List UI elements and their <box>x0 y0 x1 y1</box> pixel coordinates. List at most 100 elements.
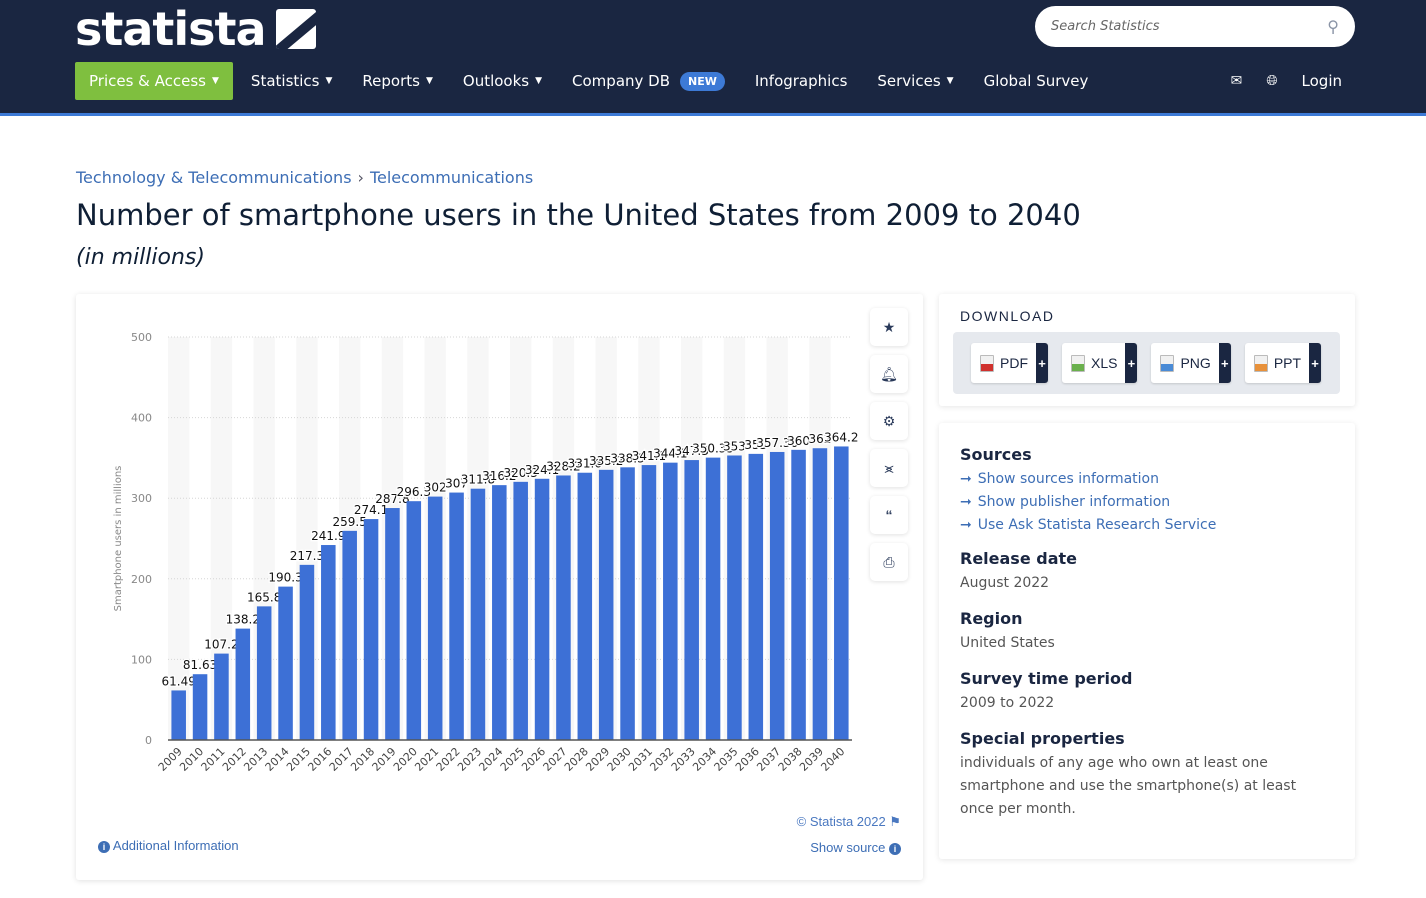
nav-label: Reports <box>362 72 420 90</box>
download-pdf-button[interactable]: PDF + <box>971 343 1048 383</box>
x-tick-label: 2009 <box>156 745 185 774</box>
logo-mark-icon <box>275 9 316 49</box>
x-tick-label: 2025 <box>498 745 527 774</box>
x-tick-label: 2020 <box>391 745 420 774</box>
plus-icon[interactable]: + <box>1036 343 1048 383</box>
x-tick-label: 2022 <box>434 745 463 774</box>
bar-value-label: 364.2 <box>824 430 858 444</box>
breadcrumb-item[interactable]: Telecommunications <box>370 168 533 187</box>
chart-card: 0 100 200 300 400 500 Smartphone users in mill… <box>76 294 923 880</box>
nav-global-survey[interactable]: Global Survey <box>984 62 1089 100</box>
bar <box>513 481 528 740</box>
show-sources-link[interactable]: ➞ Show sources information <box>960 468 1334 491</box>
nav-statistics[interactable]: Statistics ▼ <box>251 62 333 100</box>
copyright[interactable]: © Statista 2022 ⚑ <box>797 814 901 830</box>
x-tick-label: 2029 <box>583 745 612 774</box>
show-source-link[interactable]: Show source i <box>810 840 901 855</box>
x-tick-label: 2040 <box>818 745 847 774</box>
sources-list: ➞ Show sources information ➞ Show publishe… <box>960 468 1334 537</box>
plus-icon[interactable]: + <box>1125 343 1138 383</box>
x-tick-label: 2013 <box>241 745 270 774</box>
globe-icon[interactable]: 🌐︎ <box>1266 73 1277 89</box>
login-link[interactable]: Login <box>1302 72 1342 90</box>
info-icon: i <box>889 842 901 855</box>
nav-reports[interactable]: Reports ▼ <box>362 62 432 100</box>
bar <box>214 653 229 740</box>
x-tick-label: 2038 <box>776 745 805 774</box>
x-tick-label: 2021 <box>412 745 441 774</box>
x-tick-label: 2027 <box>541 745 570 774</box>
nav-services[interactable]: Services ▼ <box>877 62 953 100</box>
flag-icon: ⚑ <box>889 814 901 829</box>
bar <box>641 465 657 740</box>
nav-infographics[interactable]: Infographics <box>755 62 848 100</box>
png-file-icon <box>1160 354 1175 372</box>
favorite-button[interactable]: ★ <box>870 308 908 346</box>
main-nav: Prices & Access ▼ Statistics ▼ Reports ▼ Ou… <box>75 62 1118 100</box>
bar <box>321 545 336 740</box>
bar-chart: 0 100 200 300 400 500 Smartphone users in mill… <box>113 331 860 774</box>
download-ppt-button[interactable]: PPT + <box>1244 343 1322 383</box>
x-tick-label: 2019 <box>370 745 399 774</box>
print-button[interactable]: ⎙ <box>870 543 908 581</box>
share-button[interactable]: ⪤ <box>870 449 908 487</box>
statista-logo[interactable]: statista <box>75 2 316 56</box>
settings-button[interactable]: ⚙ <box>870 402 908 440</box>
release-date-value: August 2022 <box>960 575 1050 591</box>
x-tick-label: 2012 <box>220 745 249 774</box>
cite-button[interactable]: “ <box>870 496 908 534</box>
bar <box>834 446 849 740</box>
bar <box>342 530 357 740</box>
survey-period-heading: Survey time period <box>960 669 1133 688</box>
link-text: Show sources information <box>977 471 1159 487</box>
print-icon: ⎙ <box>883 553 895 570</box>
copyright-text: © Statista 2022 <box>796 814 886 829</box>
x-tick-label: 2032 <box>647 745 676 774</box>
top-navbar: statista ⚲ Prices & Access ▼ Statistics ▼ … <box>0 0 1426 116</box>
bar <box>385 508 400 740</box>
nav-right: ✉ 🌐︎ Login <box>1231 62 1342 100</box>
search-icon[interactable]: ⚲ <box>1327 17 1339 37</box>
special-properties-value: individuals of any age who own at least … <box>960 755 1297 817</box>
nav-label: Services <box>877 72 941 90</box>
download-png-button[interactable]: PNG + <box>1151 343 1231 383</box>
new-badge: NEW <box>680 71 725 91</box>
bar <box>235 628 251 740</box>
quote-icon: “ <box>885 507 893 523</box>
survey-period-value: 2009 to 2022 <box>960 695 1055 711</box>
notification-button[interactable]: 🔔︎ <box>870 355 908 393</box>
mail-icon[interactable]: ✉ <box>1231 73 1243 89</box>
research-service-link[interactable]: ➞ Use Ask Statista Research Service <box>960 514 1334 537</box>
search-input[interactable] <box>1051 19 1328 34</box>
bar-value-label: 190.3 <box>268 571 302 585</box>
bar-value-label: 302 <box>424 481 447 495</box>
nav-outlooks[interactable]: Outlooks ▼ <box>463 62 542 100</box>
x-tick-label: 2014 <box>263 745 292 774</box>
show-publisher-link[interactable]: ➞ Show publisher information <box>960 491 1334 514</box>
bar <box>663 462 678 740</box>
plus-icon[interactable]: + <box>1309 343 1322 383</box>
nav-company-db[interactable]: Company DB NEW <box>572 62 725 100</box>
download-xls-button[interactable]: XLS + <box>1062 343 1138 383</box>
additional-information-link[interactable]: i Additional Information <box>98 838 239 853</box>
additional-info-text: Additional Information <box>112 838 239 853</box>
bar <box>791 449 806 740</box>
sources-heading: Sources <box>960 445 1032 464</box>
statistic-info-card: Sources ➞ Show sources information ➞ Show … <box>939 423 1355 859</box>
x-tick-label: 2024 <box>476 745 505 774</box>
nav-prices-access[interactable]: Prices & Access ▼ <box>75 62 233 100</box>
breadcrumb-item[interactable]: Technology & Telecommunications <box>76 168 352 187</box>
ppt-file-icon <box>1253 354 1268 372</box>
download-title: DOWNLOAD <box>960 308 1055 324</box>
x-tick-label: 2026 <box>519 745 548 774</box>
bar-value-label: 353 <box>723 439 746 453</box>
nav-label: Global Survey <box>983 72 1089 90</box>
plus-icon[interactable]: + <box>1218 343 1231 383</box>
x-tick-label: 2035 <box>712 745 741 774</box>
bell-icon: 🔔︎ <box>880 365 898 382</box>
bar <box>299 564 315 740</box>
bar-value-label: 217.3 <box>290 549 324 563</box>
special-properties-heading: Special properties <box>960 729 1125 748</box>
caret-down-icon: ▼ <box>212 76 219 86</box>
bar <box>620 467 635 740</box>
